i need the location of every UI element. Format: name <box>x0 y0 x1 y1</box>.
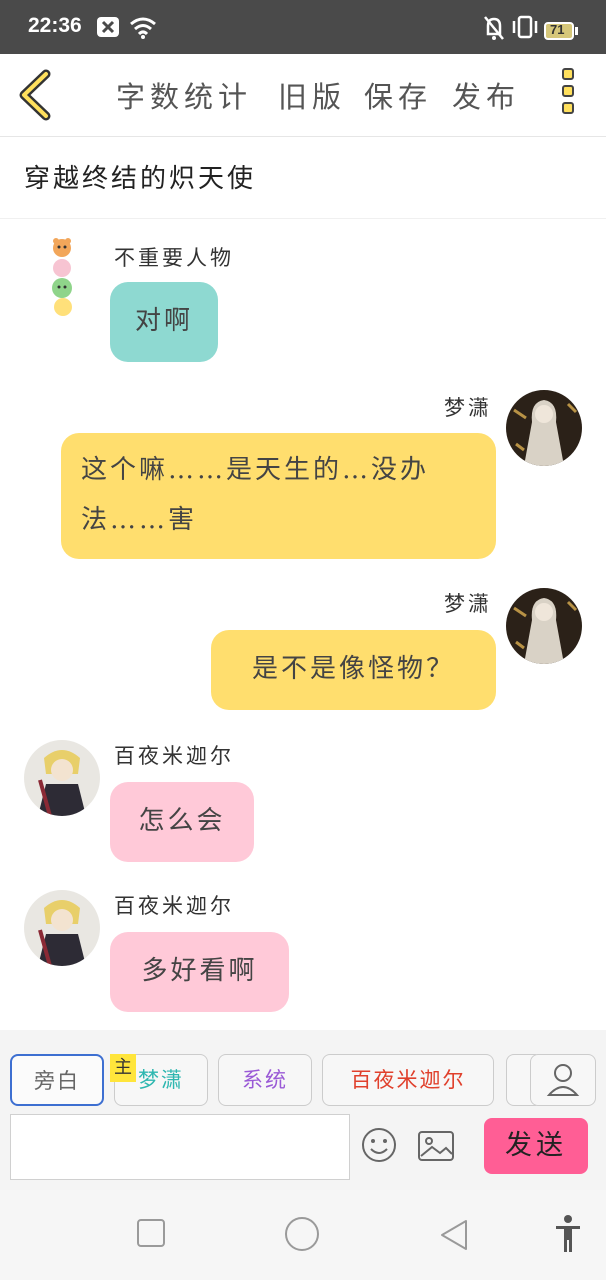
message-bubble[interactable]: 多好看啊 <box>110 932 289 1012</box>
status-bar: 22:36 71 <box>0 0 606 54</box>
image-icon[interactable] <box>416 1128 456 1164</box>
person-icon[interactable] <box>530 1054 596 1106</box>
old-version-button[interactable]: 旧版 <box>278 74 346 116</box>
home-icon[interactable] <box>284 1216 320 1252</box>
sender-name: 百夜米迦尔 <box>114 894 234 918</box>
battery-level: 71 <box>550 22 565 37</box>
message-bubble[interactable]: 这个嘛……是天生的…没办 法……害 <box>61 433 496 559</box>
divider <box>0 218 606 219</box>
notification-icon <box>97 17 119 37</box>
sender-name: 梦潇 <box>444 592 492 616</box>
emoji-icon[interactable] <box>360 1126 398 1164</box>
chat-list[interactable]: 不重要人物 对啊 梦潇 这个嘛……是天生的…没办 法……害 梦潇 是不是像怪物？ <box>0 220 606 1030</box>
battery-icon: 71 <box>544 22 574 40</box>
message-bubble[interactable]: 是不是像怪物？ <box>211 630 496 710</box>
message-text-line: 这个嘛……是天生的…没办 <box>81 455 430 485</box>
mute-icon <box>484 16 504 40</box>
role-chip-system[interactable]: 系统 <box>218 1054 312 1106</box>
sender-name: 梦潇 <box>444 396 492 420</box>
recent-apps-icon[interactable] <box>136 1218 166 1248</box>
back-icon[interactable] <box>438 1218 470 1252</box>
main-character-tag: 主 <box>110 1054 136 1082</box>
message-text: 怎么会 <box>138 806 226 836</box>
sender-name: 百夜米迦尔 <box>114 744 234 768</box>
composer-panel: 旁白 梦潇 系统 百夜米迦尔 发送 <box>0 1030 606 1190</box>
avatar[interactable] <box>506 390 582 466</box>
story-title: 穿越终结的炽天使 <box>24 164 257 194</box>
battery-tip <box>575 27 578 35</box>
message-bubble[interactable]: 对啊 <box>110 282 218 362</box>
role-chip-mikaela[interactable]: 百夜米迦尔 <box>322 1054 494 1106</box>
message-bubble[interactable]: 怎么会 <box>110 782 254 862</box>
system-nav-bar <box>0 1190 606 1280</box>
editor-toolbar: 字数统计 旧版 保存 发布 <box>0 54 606 137</box>
clock: 22:36 <box>28 14 82 37</box>
wifi-icon <box>130 17 156 39</box>
accessibility-icon[interactable] <box>554 1214 582 1254</box>
avatar[interactable] <box>46 238 90 318</box>
sender-name: 不重要人物 <box>114 246 234 270</box>
message-text: 多好看啊 <box>141 956 258 986</box>
message-text: 是不是像怪物？ <box>251 654 455 684</box>
avatar[interactable] <box>24 740 100 816</box>
more-menu-icon[interactable] <box>556 68 580 124</box>
message-input[interactable] <box>10 1114 350 1180</box>
word-count-button[interactable]: 字数统计 <box>116 74 252 116</box>
message-text: 对啊 <box>134 306 193 336</box>
vibrate-icon <box>512 15 538 39</box>
message-text-line: 法……害 <box>81 505 198 535</box>
send-button[interactable]: 发送 <box>484 1118 588 1174</box>
publish-button[interactable]: 发布 <box>452 74 520 116</box>
role-chip-narration[interactable]: 旁白 <box>10 1054 104 1106</box>
avatar[interactable] <box>24 890 100 966</box>
back-arrow-icon[interactable] <box>14 68 58 122</box>
save-button[interactable]: 保存 <box>364 74 432 116</box>
avatar[interactable] <box>506 588 582 664</box>
